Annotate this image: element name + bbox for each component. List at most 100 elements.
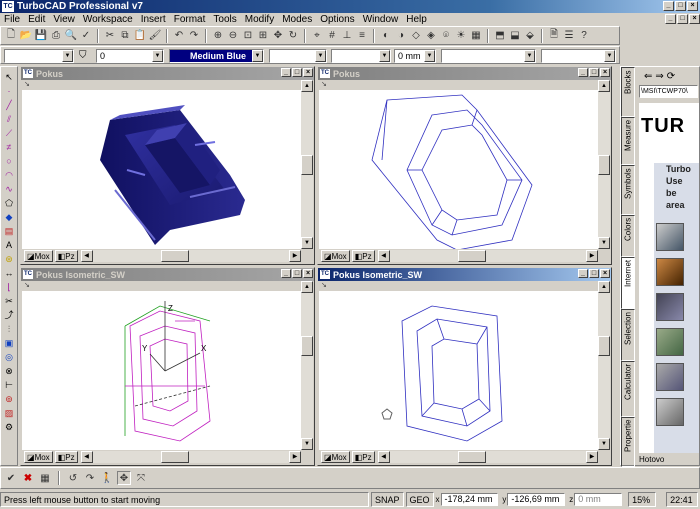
zoom-in-icon[interactable]: ⊕ [211, 29, 225, 43]
tab-symbols[interactable]: Symbols [621, 165, 635, 215]
walk-icon[interactable]: 🚶 [100, 471, 114, 485]
shade-icon[interactable]: ◑ [394, 29, 408, 43]
symbol-icon[interactable]: ⊛ [3, 253, 15, 265]
properties-icon[interactable]: ☰ [562, 29, 576, 43]
horizontal-scrollbar[interactable]: ◀ ▶ [377, 451, 598, 463]
trim-icon[interactable]: ✂ [3, 295, 15, 307]
tab-properties[interactable]: Propertie [621, 417, 635, 467]
point-icon[interactable]: · [3, 85, 15, 97]
mdi-restore-button[interactable]: □ [677, 14, 688, 24]
extend-icon[interactable]: ⤴ [3, 309, 15, 321]
dimension-icon[interactable]: ↔ [3, 267, 15, 279]
geo-indicator[interactable]: GEO [405, 492, 434, 507]
render-icon[interactable]: ◐ [379, 29, 393, 43]
grid-icon[interactable]: # [325, 29, 339, 43]
line-icon[interactable]: ╱ [3, 99, 15, 111]
arc-icon[interactable]: ◠ [3, 169, 15, 181]
forward-arrow-icon[interactable]: ⇒ [655, 71, 663, 82]
web-thumbnail-6[interactable] [656, 398, 684, 426]
paper-tab[interactable]: ◧ Pz [351, 250, 375, 262]
grid-toggle-icon[interactable]: ▦ [38, 471, 52, 485]
view-iso-icon[interactable]: ⬙ [523, 29, 537, 43]
menu-modes[interactable]: Modes [278, 14, 316, 25]
fillet-icon[interactable]: ⌊ [3, 281, 15, 293]
web-thumbnail-2[interactable] [656, 258, 684, 286]
boolean-icon[interactable]: ⊗ [3, 365, 15, 377]
window-4-close[interactable]: × [600, 269, 610, 278]
tab-internet[interactable]: Internet [621, 257, 635, 309]
tab-colors[interactable]: Colors [621, 215, 635, 257]
model-tab[interactable]: ◪ Mox [321, 250, 350, 262]
paper-tab[interactable]: ◧ Pz [54, 250, 78, 262]
window-3-close[interactable]: × [303, 269, 313, 278]
window-4-maximize[interactable]: □ [589, 269, 599, 278]
copy-icon[interactable]: ⧉ [118, 29, 132, 43]
circle-icon[interactable]: ○ [3, 155, 15, 167]
drawing-window-2[interactable]: TC Pokus _ □ × ↘ ▲ ▼ ◪ Mox ◧ Pz ◀ ▶ [317, 66, 612, 265]
refresh-icon[interactable]: ⟳ [667, 71, 675, 82]
more-tools-icon[interactable]: ⚙ [3, 421, 15, 433]
window-2-maximize[interactable]: □ [589, 68, 599, 77]
spell-icon[interactable]: ✓ [79, 29, 93, 43]
redo-icon[interactable]: ↷ [187, 29, 201, 43]
format-painter-icon[interactable]: 🖌 [148, 29, 162, 43]
solid-icon[interactable]: ◆ [3, 211, 15, 223]
print-icon[interactable]: ⎙ [49, 29, 63, 43]
window-2-minimize[interactable]: _ [578, 68, 588, 77]
x-coordinate[interactable]: -178,24 mm [440, 493, 499, 506]
wireframe-icon[interactable]: ◇ [409, 29, 423, 43]
y-coordinate[interactable]: -126,69 mm [507, 493, 566, 506]
curve-icon[interactable]: ∿ [3, 183, 15, 195]
cut-icon[interactable]: ✂ [103, 29, 117, 43]
horizontal-scrollbar[interactable]: ◀ ▶ [377, 250, 598, 262]
menu-tools[interactable]: Tools [209, 14, 240, 25]
menu-options[interactable]: Options [316, 14, 358, 25]
window-2-close[interactable]: × [600, 68, 610, 77]
web-thumbnail-3[interactable] [656, 293, 684, 321]
menu-modify[interactable]: Modify [241, 14, 278, 25]
snap-icon[interactable]: ⌖ [310, 29, 324, 43]
revolve-icon[interactable]: ◎ [3, 351, 15, 363]
offset-icon[interactable]: ⫶ [3, 323, 15, 335]
camera-icon[interactable]: ⌾ [439, 29, 453, 43]
tab-selection[interactable]: Selection [621, 309, 635, 361]
menu-insert[interactable]: Insert [137, 14, 170, 25]
snap-indicator[interactable]: SNAP [370, 492, 404, 507]
web-thumbnail-5[interactable] [656, 363, 684, 391]
maximize-button[interactable]: □ [675, 1, 686, 11]
model-tab[interactable]: ◪ Mox [24, 250, 53, 262]
window-3-maximize[interactable]: □ [292, 269, 302, 278]
move-icon[interactable]: ✥ [117, 471, 131, 485]
horizontal-scrollbar[interactable]: ◀ ▶ [80, 451, 301, 463]
undo-icon[interactable]: ↶ [172, 29, 186, 43]
document-icon[interactable]: 🗎 [547, 29, 561, 43]
zoom-window-icon[interactable]: ⊡ [241, 29, 255, 43]
paper-tab[interactable]: ◧ Pz [351, 451, 375, 463]
drawing-window-4[interactable]: TC Pokus Isometric_SW _ □ × ↘ ▲ ▼ ◪ Mox ◧ Pz … [317, 267, 612, 466]
double-line-icon[interactable]: ⫽ [3, 113, 15, 125]
save-icon[interactable]: 💾 [34, 29, 48, 43]
menu-format[interactable]: Format [170, 14, 210, 25]
redraw-icon[interactable]: ↻ [286, 29, 300, 43]
window-1-maximize[interactable]: □ [292, 68, 302, 77]
print-preview-icon[interactable]: 🔍 [64, 29, 78, 43]
pan-icon[interactable]: ✥ [271, 29, 285, 43]
style-combo[interactable]: ▼ [4, 49, 74, 63]
layer-combo[interactable]: 0 ▼ [96, 49, 164, 63]
menu-window[interactable]: Window [359, 14, 403, 25]
color-combo[interactable]: Medium Blue ▼ [169, 49, 264, 63]
web-thumbnail-4[interactable] [656, 328, 684, 356]
polygon-icon[interactable]: ⬠ [3, 197, 15, 209]
drawing-area[interactable] [332, 90, 597, 251]
z-coordinate[interactable]: 0 mm [574, 493, 623, 506]
pen-combo[interactable]: ▼ [441, 49, 536, 63]
multiline-icon[interactable]: ≠ [3, 141, 15, 153]
menu-help[interactable]: Help [402, 14, 431, 25]
text-icon[interactable]: A [3, 239, 15, 251]
new-icon[interactable]: 🗋 [4, 29, 18, 43]
tab-measure[interactable]: Measure [621, 117, 635, 165]
drawing-area[interactable] [332, 291, 597, 450]
tab-blocks[interactable]: Blocks [621, 67, 635, 117]
drawing-window-1[interactable]: TC Pokus _ □ × ↘ ▲ ▼ ◪ Mox ◧ Pz ◀ ▶ [20, 66, 315, 265]
drawing-area[interactable] [35, 90, 300, 249]
